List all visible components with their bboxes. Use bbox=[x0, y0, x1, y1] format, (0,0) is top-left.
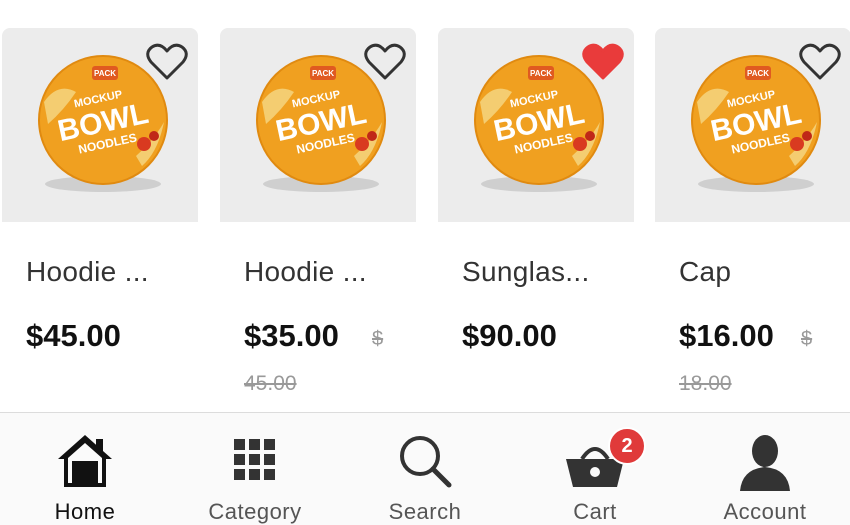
tab-search[interactable]: Search bbox=[340, 413, 510, 525]
heart-icon[interactable] bbox=[799, 42, 841, 82]
old-price: 45.00 bbox=[244, 372, 297, 395]
svg-text:PACK: PACK bbox=[312, 69, 334, 78]
grid-icon bbox=[234, 439, 275, 480]
home-icon bbox=[58, 435, 112, 487]
product-name[interactable]: Sunglas... bbox=[462, 256, 590, 288]
heart-icon[interactable] bbox=[146, 42, 188, 82]
product-image[interactable]: PACK MOCKUP BOWL NOODLES bbox=[438, 28, 634, 222]
tab-home[interactable]: Home bbox=[0, 413, 170, 525]
tab-label: Category bbox=[208, 499, 302, 524]
old-price-currency: $ bbox=[801, 328, 813, 350]
tab-cart[interactable]: 2 Cart bbox=[510, 413, 680, 525]
product-image[interactable]: PACK MOCKUP BOWL NOODLES bbox=[220, 28, 416, 222]
product-name[interactable]: Hoodie ... bbox=[244, 256, 367, 288]
tab-label: Home bbox=[54, 499, 116, 524]
product-price: $90.00 bbox=[462, 318, 557, 353]
heart-icon[interactable] bbox=[364, 42, 406, 82]
svg-text:PACK: PACK bbox=[530, 69, 552, 78]
product-price: $45.00 bbox=[26, 318, 121, 353]
product-image[interactable]: PACK MOCKUP BOWL NOODLES bbox=[655, 28, 850, 222]
bottom-tab-bar: Home Category Search 2 Cart Account bbox=[0, 413, 850, 525]
svg-text:PACK: PACK bbox=[747, 69, 769, 78]
old-price: 18.00 bbox=[679, 372, 732, 395]
product-price: $16.00 bbox=[679, 318, 774, 353]
old-price-currency: $ bbox=[372, 328, 384, 350]
product-name[interactable]: Hoodie ... bbox=[26, 256, 149, 288]
product-grid: PACK MOCKUP BOWL NOODLES Hoodie ... $45.… bbox=[0, 0, 850, 412]
product-image[interactable]: PACK MOCKUP BOWL NOODLES bbox=[2, 28, 198, 222]
tab-label: Account bbox=[723, 499, 807, 524]
user-icon bbox=[740, 435, 790, 491]
svg-text:PACK: PACK bbox=[94, 69, 116, 78]
search-icon bbox=[400, 436, 452, 488]
cart-count-badge: 2 bbox=[608, 427, 646, 465]
tab-category[interactable]: Category bbox=[170, 413, 340, 525]
tab-label: Cart bbox=[573, 499, 617, 524]
heart-filled-icon[interactable] bbox=[582, 42, 624, 82]
tab-label: Search bbox=[388, 499, 462, 524]
tab-account[interactable]: Account bbox=[680, 413, 850, 525]
product-name[interactable]: Cap bbox=[679, 256, 731, 288]
product-price: $35.00 bbox=[244, 318, 339, 353]
